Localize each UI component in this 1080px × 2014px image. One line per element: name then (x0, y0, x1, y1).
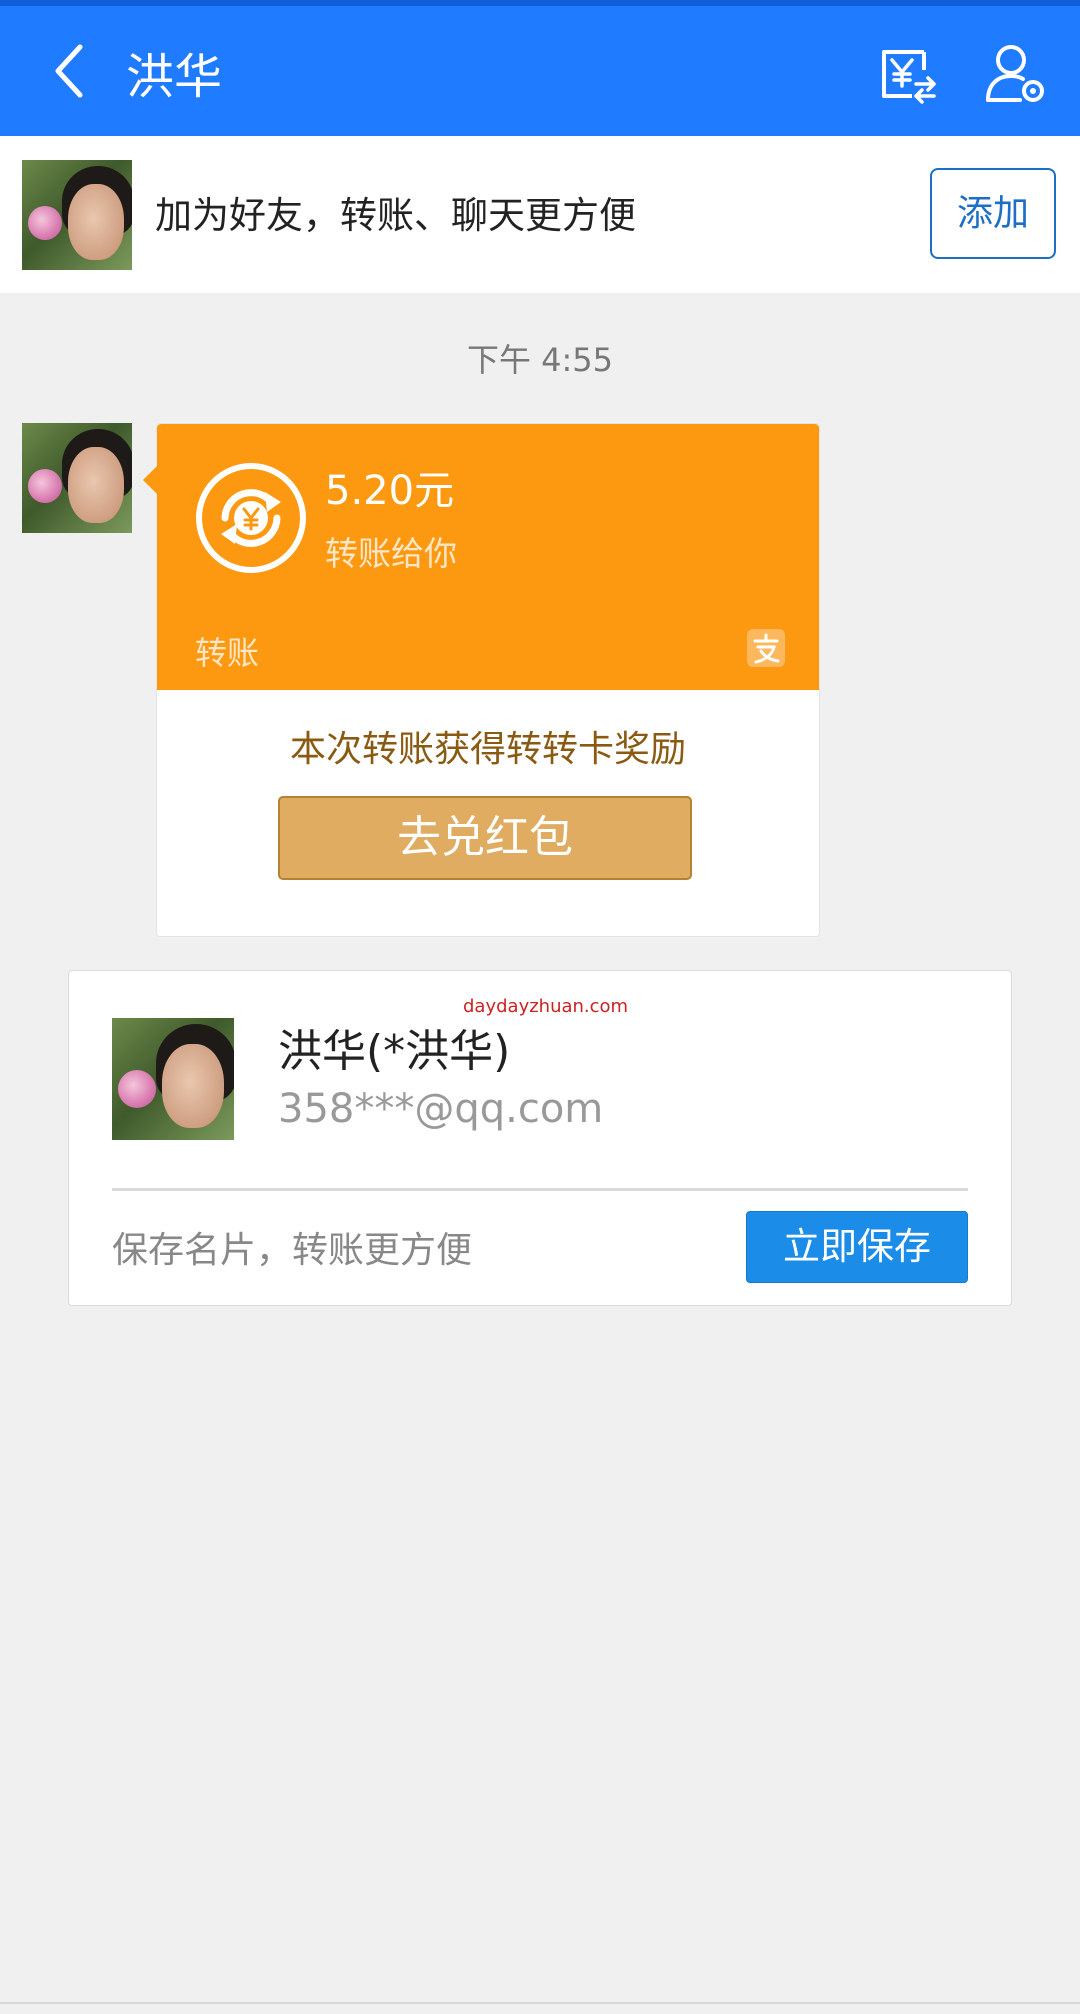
bottom-divider (0, 2002, 1080, 2004)
watermark-text: daydayzhuan.com (463, 996, 629, 1017)
yuan-transfer-icon (882, 50, 936, 104)
alipay-icon (747, 629, 785, 667)
contact-name: 洪华(*洪华) (278, 1026, 511, 1077)
bubble-tail (143, 466, 157, 494)
save-card-hint: 保存名片，转账更方便 (112, 1230, 473, 1271)
transfer-coin-icon (196, 463, 306, 573)
add-friend-button[interactable]: 添加 (930, 168, 1056, 259)
header-bar: 洪华 (0, 6, 1080, 136)
save-contact-button[interactable]: 立即保存 (746, 1211, 968, 1283)
add-friend-banner: 加为好友，转账、聊天更方便 添加 (0, 136, 1080, 293)
profile-settings-button[interactable] (982, 40, 1048, 106)
contact-avatar[interactable] (112, 1018, 234, 1140)
transfer-card-header[interactable]: 5.20元 转账给你 转账 (157, 424, 819, 690)
chevron-left-icon (55, 44, 83, 98)
back-button[interactable] (40, 38, 100, 104)
transfer-button[interactable] (874, 40, 940, 106)
avatar[interactable] (22, 160, 132, 270)
add-friend-text: 加为好友，转账、聊天更方便 (155, 194, 636, 237)
transfer-label: 转账 (195, 634, 260, 672)
reward-text: 本次转账获得转转卡奖励 (289, 729, 686, 770)
redeem-red-packet-button[interactable]: 去兑红包 (278, 796, 692, 880)
user-settings-icon (986, 45, 1044, 102)
transfer-message-card[interactable]: 5.20元 转账给你 转账 本次转账获得转转卡奖励 去兑红包 (143, 423, 820, 937)
divider (112, 1188, 968, 1191)
transfer-subtitle: 转账给你 (325, 534, 457, 573)
page-title: 洪华 (126, 49, 223, 105)
contact-account: 358***@qq.com (278, 1086, 604, 1132)
contact-card: daydayzhuan.com 洪华(*洪华) 358***@qq.com 保存… (68, 970, 1012, 1306)
sender-avatar[interactable] (22, 423, 132, 533)
transfer-amount: 5.20元 (325, 468, 455, 514)
message-timestamp: 下午 4:55 (466, 341, 614, 379)
